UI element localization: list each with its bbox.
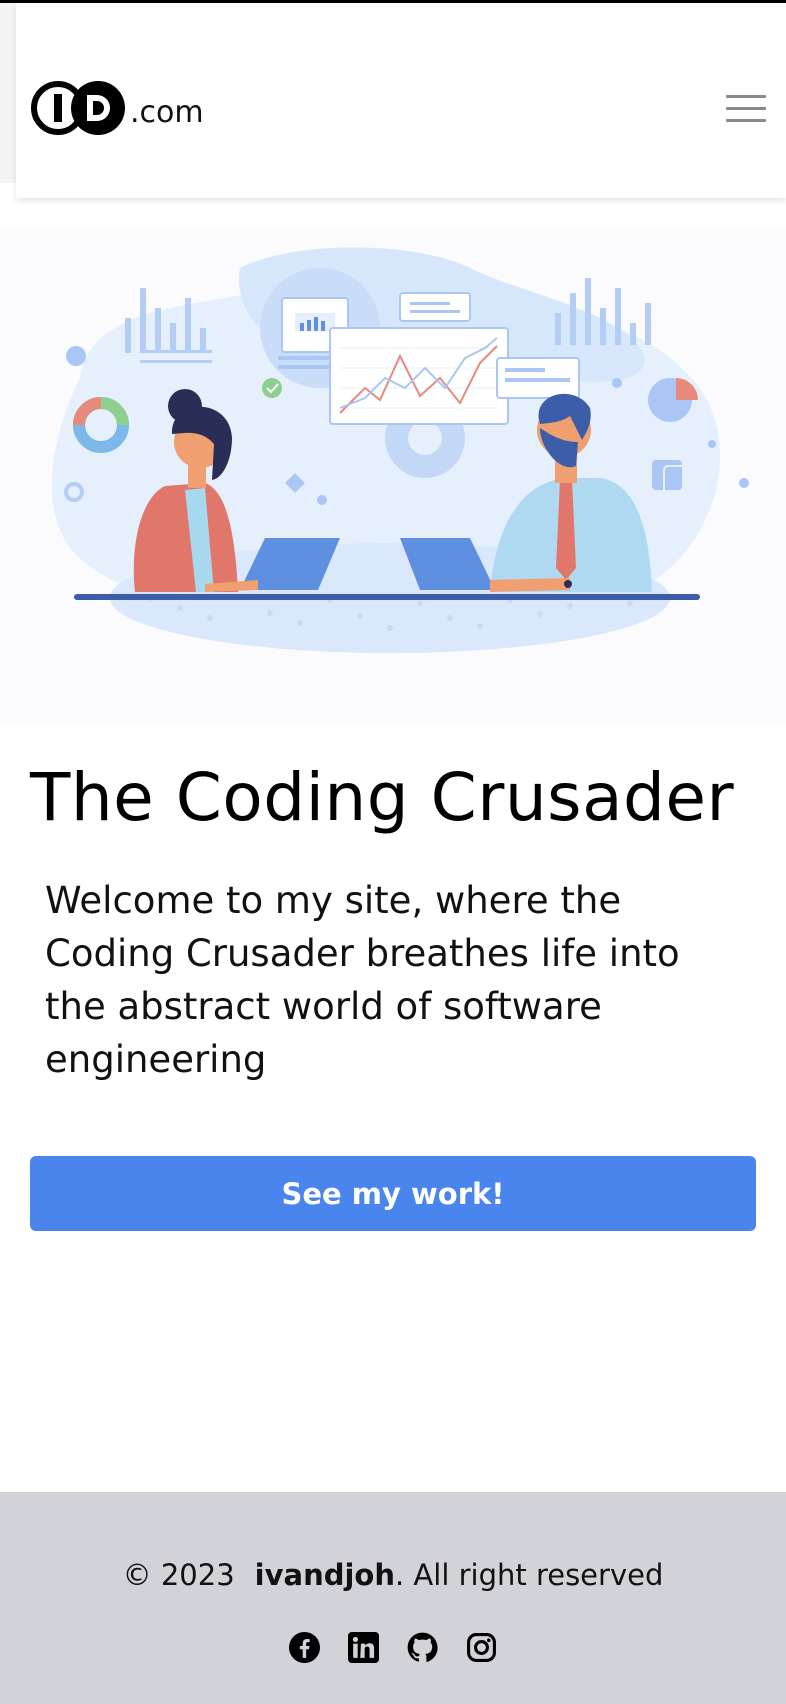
social-links [0,1632,786,1663]
intro-text: Welcome to my site, where the Coding Cru… [45,879,680,1081]
nav-edge [0,3,16,183]
github-icon[interactable] [407,1632,438,1663]
team-collaboration-illustration [51,247,749,653]
facebook-icon[interactable] [289,1632,320,1663]
hamburger-menu-button[interactable] [726,95,766,125]
copyright-year: © 2023 [122,1558,235,1592]
id-logo-icon [31,81,125,135]
footer: © 2023 ivandjoh. All right reserved [0,1492,786,1704]
instagram-icon[interactable] [466,1632,497,1663]
copyright: © 2023 ivandjoh. All right reserved [0,1558,786,1592]
navbar: .com [16,3,786,198]
page-title: The Coding Crusader [30,759,735,836]
logo-domain-text: .com [130,94,204,130]
site-logo[interactable]: .com [30,80,204,136]
linkedin-icon[interactable] [348,1632,379,1663]
hamburger-icon [726,95,766,98]
owner-link[interactable]: ivandjoh [255,1558,395,1592]
see-my-work-button[interactable]: See my work! [30,1156,756,1231]
copyright-suffix: . All right reserved [394,1558,664,1592]
